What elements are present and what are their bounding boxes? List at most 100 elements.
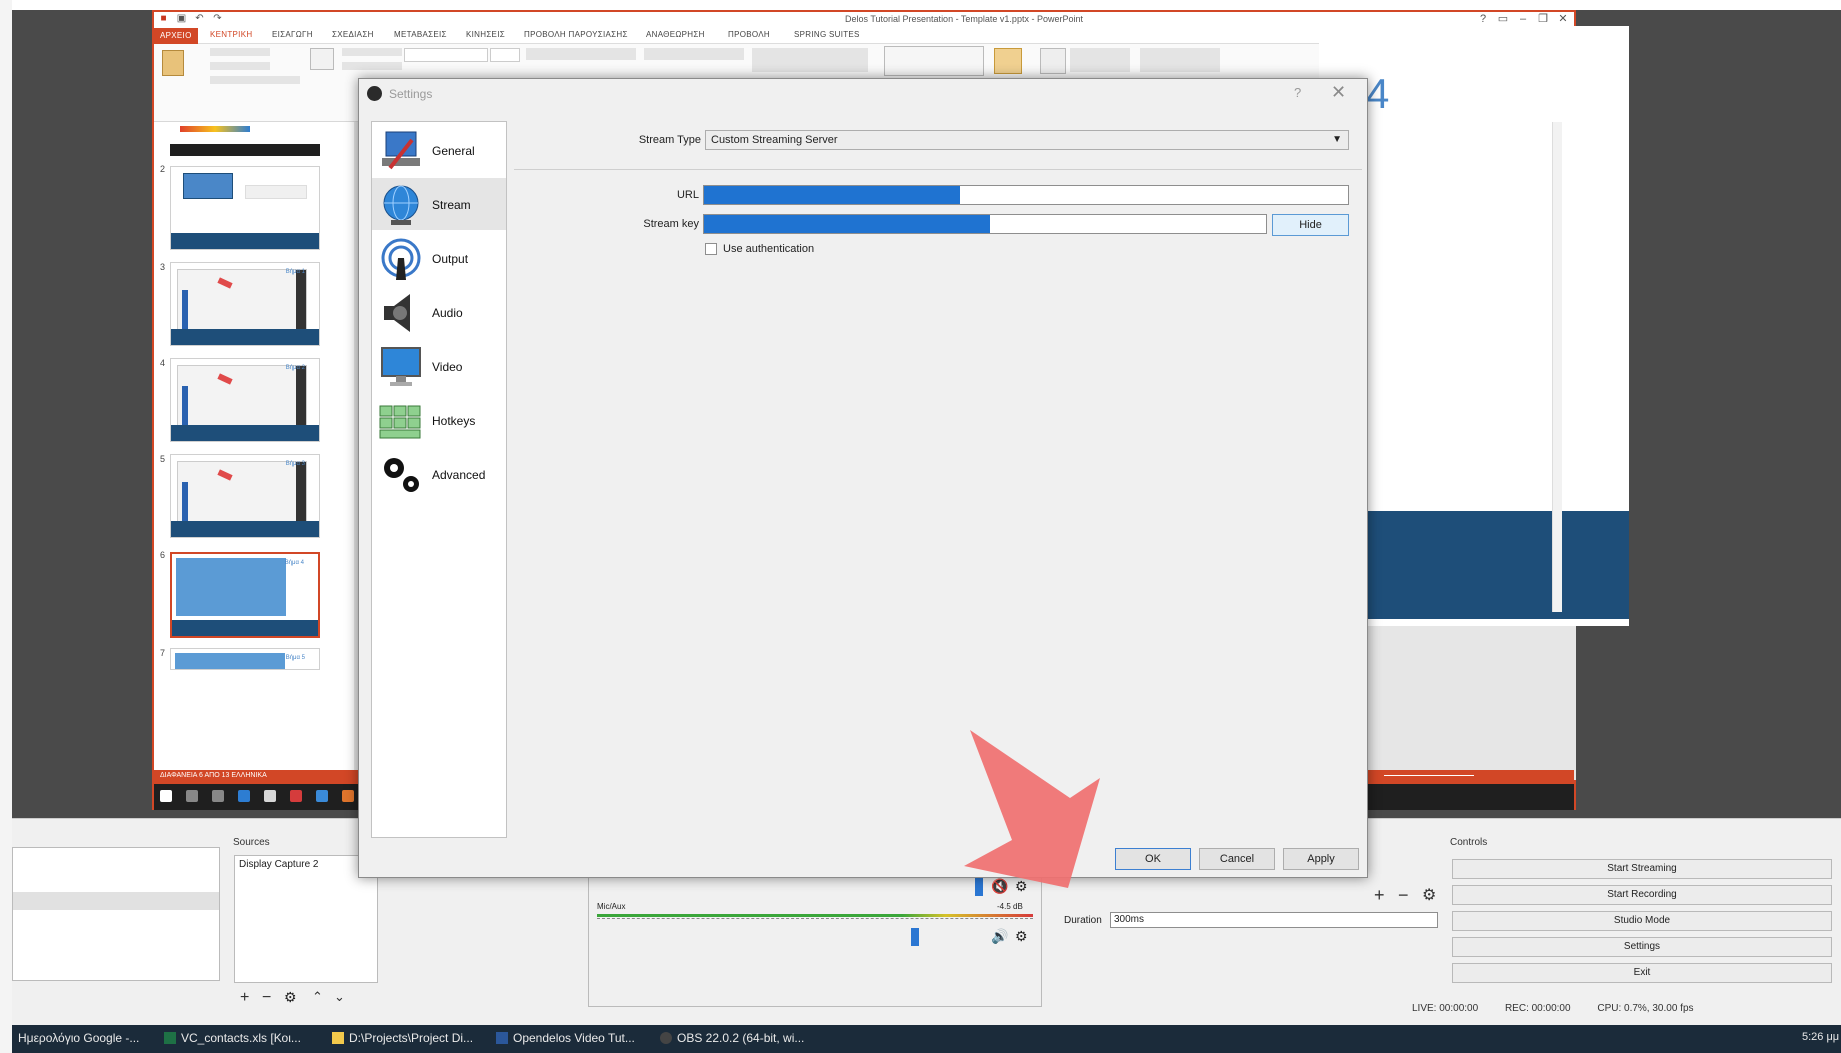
add-source-icon[interactable]: + — [240, 989, 249, 1007]
stream-key-input[interactable] — [703, 214, 1267, 234]
nav-item-general[interactable]: General — [372, 124, 506, 176]
slide-thumbnail-selected[interactable]: Βήμα 4 — [170, 552, 320, 638]
nav-label: Video — [432, 360, 463, 374]
taskbar-item-word[interactable]: Opendelos Video Tut... — [496, 1031, 635, 1045]
scene-item-selected[interactable] — [13, 892, 219, 910]
save-icon[interactable]: ▣ — [176, 13, 187, 24]
tab-review[interactable]: ΑΝΑΘΕΩΡΗΣΗ — [646, 30, 705, 39]
stream-type-select[interactable]: Custom Streaming Server ▼ — [705, 130, 1349, 150]
taskbar-item-obs[interactable]: OBS 22.0.2 (64-bit, wi... — [660, 1031, 804, 1045]
mic-slider-handle[interactable] — [911, 928, 919, 946]
url-input[interactable] — [703, 185, 1349, 205]
copy-button[interactable] — [210, 62, 270, 70]
tab-transitions[interactable]: ΜΕΤΑΒΑΣΕΙΣ — [394, 30, 447, 39]
windows-start-icon[interactable] — [160, 790, 172, 802]
app-icon[interactable] — [342, 790, 354, 802]
task-view-icon[interactable] — [212, 790, 224, 802]
sources-list[interactable]: Display Capture 2 — [234, 855, 378, 983]
tab-slideshow[interactable]: ΠΡΟΒΟΛΗ ΠΑΡΟΥΣΙΑΣΗΣ — [524, 30, 628, 39]
tab-home[interactable]: ΚΕΝΤΡΙΚΗ — [210, 30, 252, 39]
exit-button[interactable]: Exit — [1452, 963, 1832, 983]
slide-thumbnail[interactable] — [170, 166, 320, 250]
nav-item-advanced[interactable]: Advanced — [372, 448, 506, 500]
scenes-list[interactable] — [12, 847, 220, 981]
slide-label: Βήμα 1 — [285, 269, 305, 275]
tab-file[interactable]: ΑΡΧΕΙΟ — [154, 28, 198, 44]
shape-fill-group[interactable] — [1070, 48, 1130, 72]
tab-insert[interactable]: ΕΙΣΑΓΩΓΗ — [272, 30, 313, 39]
format-painter-button[interactable] — [210, 76, 300, 84]
font-size-select[interactable] — [490, 48, 520, 62]
redo-icon[interactable]: ↷ — [212, 13, 223, 24]
paste-icon[interactable] — [162, 50, 184, 76]
slide-thumbnail[interactable]: Βήμα 3 — [170, 454, 320, 538]
layout-button[interactable] — [342, 48, 402, 56]
add-transition-icon[interactable]: + — [1374, 885, 1385, 906]
vertical-scrollbar[interactable] — [1552, 122, 1562, 612]
search-icon[interactable] — [186, 790, 198, 802]
slide-thumbnail[interactable]: Βήμα 1 — [170, 262, 320, 346]
shapes-gallery[interactable] — [884, 46, 984, 76]
maximize-icon[interactable]: ❐ — [1536, 13, 1550, 25]
cut-button[interactable] — [210, 48, 270, 56]
new-slide-icon[interactable] — [310, 48, 334, 70]
slide-1-thumbnail-partial[interactable] — [170, 122, 320, 156]
hide-key-button[interactable]: Hide — [1272, 214, 1349, 236]
start-streaming-button[interactable]: Start Streaming — [1452, 859, 1832, 879]
transition-gear-icon[interactable]: ⚙ — [1422, 885, 1436, 905]
nav-item-hotkeys[interactable]: Hotkeys — [372, 394, 506, 446]
controls-title: Controls — [1450, 837, 1488, 848]
nav-item-video[interactable]: Video — [372, 340, 506, 392]
apply-button[interactable]: Apply — [1283, 848, 1359, 870]
taskbar-item-explorer[interactable]: D:\Projects\Project Di... — [332, 1031, 473, 1045]
taskbar-item-excel[interactable]: VC_contacts.xls [Κοι... — [164, 1031, 301, 1045]
slide-footer — [171, 329, 319, 345]
quick-styles-icon[interactable] — [1040, 48, 1066, 74]
close-icon[interactable]: ✕ — [1331, 82, 1346, 103]
tab-design[interactable]: ΣΧΕΔΙΑΣΗ — [332, 30, 374, 39]
move-up-icon[interactable]: ⌃ — [312, 989, 323, 1005]
tab-view[interactable]: ΠΡΟΒΟΛΗ — [728, 30, 770, 39]
tab-animations[interactable]: ΚΙΝΗΣΕΙΣ — [466, 30, 505, 39]
reset-button[interactable] — [342, 62, 402, 70]
nav-item-audio[interactable]: Audio — [372, 286, 506, 338]
store-icon[interactable] — [264, 790, 276, 802]
zoom-slider[interactable] — [1384, 775, 1474, 776]
advanced-gears-icon — [384, 458, 419, 492]
help-icon[interactable]: ? — [1476, 13, 1490, 25]
source-item[interactable]: Display Capture 2 — [239, 859, 318, 870]
use-authentication-checkbox[interactable] — [705, 243, 717, 255]
settings-button[interactable]: Settings — [1452, 937, 1832, 957]
nav-item-output[interactable]: Output — [372, 232, 506, 284]
settings-title: Settings — [389, 87, 433, 101]
tab-spring-suites[interactable]: SPRING SUITES — [794, 30, 860, 39]
cancel-button[interactable]: Cancel — [1199, 848, 1275, 870]
mic-db: -4.5 dB — [997, 902, 1023, 911]
remove-transition-icon[interactable]: − — [1398, 885, 1409, 906]
font-family-select[interactable] — [404, 48, 488, 62]
taskbar-item-google-calendar[interactable]: Ημερολόγιο Google -... — [18, 1031, 139, 1045]
app-icon[interactable] — [290, 790, 302, 802]
slide-thumbnail[interactable]: Βήμα 5 — [170, 648, 320, 670]
ribbon-options-icon[interactable]: ▭ — [1496, 13, 1510, 25]
remove-source-icon[interactable]: − — [262, 989, 271, 1007]
edge-icon[interactable] — [238, 790, 250, 802]
nav-item-stream[interactable]: Stream — [372, 178, 506, 230]
arrange-icon[interactable] — [994, 48, 1022, 74]
close-icon[interactable]: ✕ — [1556, 13, 1570, 25]
slide-thumbnail[interactable]: Βήμα 2 — [170, 358, 320, 442]
mic-gear-icon[interactable]: ⚙ — [1015, 928, 1028, 945]
help-icon[interactable]: ? — [1294, 85, 1301, 100]
duration-input[interactable]: 300ms — [1110, 912, 1438, 928]
source-settings-gear-icon[interactable]: ⚙ — [284, 989, 297, 1006]
slide-image — [183, 173, 233, 199]
studio-mode-button[interactable]: Studio Mode — [1452, 911, 1832, 931]
app-icon[interactable] — [316, 790, 328, 802]
speaker-icon[interactable]: 🔊 — [991, 928, 1008, 945]
slide-number: 7 — [160, 648, 166, 658]
minimize-icon[interactable]: – — [1516, 13, 1530, 25]
find-replace-group[interactable] — [1140, 48, 1220, 72]
start-recording-button[interactable]: Start Recording — [1452, 885, 1832, 905]
undo-icon[interactable]: ↶ — [194, 13, 205, 24]
move-down-icon[interactable]: ⌄ — [334, 989, 345, 1005]
